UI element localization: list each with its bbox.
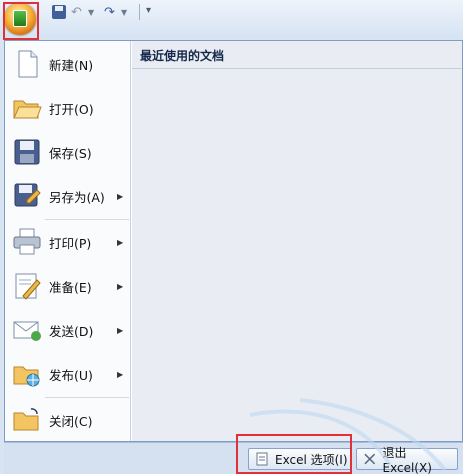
menu-item-label: 打开(O) <box>49 101 94 117</box>
exit-excel-button[interactable]: 退出 Excel(X) <box>356 446 458 474</box>
menu-divider <box>45 397 129 398</box>
menu-left-pane: 新建(N) 打开(O) 保存(S) 另存为(A) ▶ 打印(P) ▶ 准备(E)… <box>5 41 131 441</box>
redo-icon[interactable]: ↷ <box>104 5 118 21</box>
menu-item-publish[interactable]: 发布(U) ▶ <box>5 353 131 395</box>
menu-item-label: 关闭(C) <box>49 413 93 429</box>
exit-excel-label: 退出 Excel(X) <box>382 445 432 474</box>
menu-item-label: 保存(S) <box>49 145 92 161</box>
customize-qat-icon[interactable]: ▾ <box>146 5 151 16</box>
save-as-icon <box>14 183 41 207</box>
menu-bottom-bar: Excel 选项(I) 退出 Excel(X) <box>4 442 463 474</box>
menu-item-label: 打印(P) <box>49 235 92 251</box>
office-menu-panel: 新建(N) 打开(O) 保存(S) 另存为(A) ▶ 打印(P) ▶ 准备(E)… <box>4 40 463 442</box>
undo-icon[interactable]: ↶ <box>71 5 85 21</box>
new-document-icon <box>18 50 38 78</box>
excel-options-highlight <box>236 434 352 474</box>
submenu-arrow-icon: ▶ <box>117 325 124 335</box>
send-icon <box>13 321 41 341</box>
menu-item-print[interactable]: 打印(P) ▶ <box>5 221 131 263</box>
menu-item-label: 发送(D) <box>49 323 94 339</box>
quick-access-toolbar: ↶ ▼ ↷ ▼ ▾ <box>0 0 463 38</box>
office-button-highlight <box>3 2 39 40</box>
menu-item-label: 准备(E) <box>49 279 92 295</box>
submenu-arrow-icon: ▶ <box>117 237 124 247</box>
menu-item-label: 新建(N) <box>49 57 94 73</box>
submenu-arrow-icon: ▶ <box>117 191 124 201</box>
menu-item-save[interactable]: 保存(S) <box>5 131 131 173</box>
submenu-arrow-icon: ▶ <box>117 281 124 291</box>
save-icon[interactable] <box>52 5 66 19</box>
close-folder-icon <box>13 408 39 431</box>
submenu-arrow-icon: ▶ <box>117 369 124 379</box>
close-icon <box>364 453 376 465</box>
save-disk-icon <box>14 139 40 165</box>
menu-item-label: 另存为(A) <box>49 189 105 205</box>
printer-icon <box>13 228 41 255</box>
menu-item-send[interactable]: 发送(D) ▶ <box>5 309 131 351</box>
menu-item-prepare[interactable]: 准备(E) ▶ <box>5 265 131 307</box>
menu-item-new[interactable]: 新建(N) <box>5 43 131 85</box>
toolbar-divider <box>139 4 140 20</box>
open-folder-icon <box>13 100 42 119</box>
menu-item-label: 发布(U) <box>49 367 93 383</box>
menu-item-close[interactable]: 关闭(C) <box>5 399 131 441</box>
redo-dropdown-icon[interactable]: ▼ <box>121 8 127 24</box>
menu-item-save-as[interactable]: 另存为(A) ▶ <box>5 175 131 217</box>
undo-dropdown-icon[interactable]: ▼ <box>88 8 94 24</box>
menu-divider <box>45 219 129 220</box>
recent-documents-pane: 最近使用的文档 <box>132 41 462 441</box>
menu-item-open[interactable]: 打开(O) <box>5 87 131 129</box>
publish-icon <box>13 366 40 387</box>
prepare-icon <box>15 273 41 300</box>
recent-documents-title: 最近使用的文档 <box>132 41 462 69</box>
